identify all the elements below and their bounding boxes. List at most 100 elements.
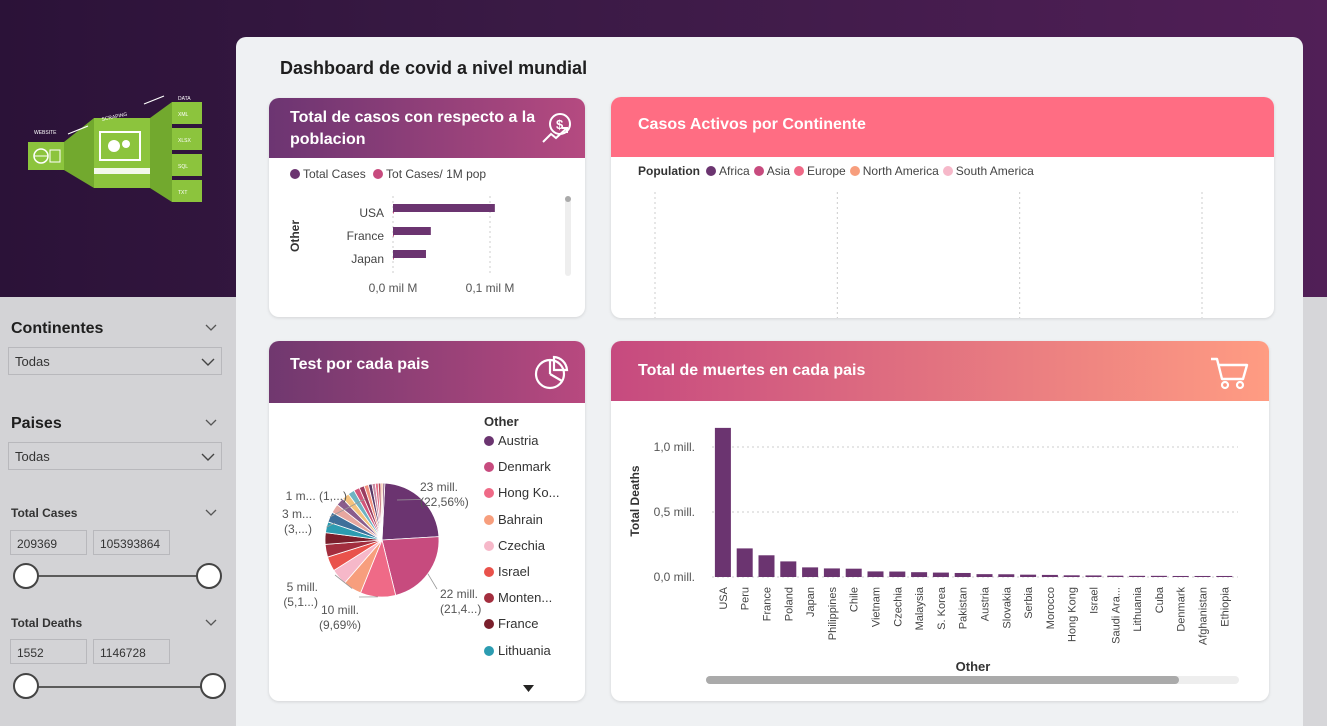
legend-item[interactable]: Asia — [753, 164, 790, 178]
bar-ethiopia — [1216, 575, 1233, 577]
legend-scroll-down-icon[interactable] — [523, 685, 534, 692]
bar-saudi-ara--- — [1107, 575, 1124, 577]
continents-slicer-title: Continentes — [11, 320, 104, 337]
bar-s--korea — [932, 572, 949, 577]
scrollbar-thumb — [565, 196, 571, 202]
legend-label: Bahrain — [498, 511, 543, 527]
cases-population-title-line1: Total de casos con respecto a la — [290, 109, 536, 126]
bar-hong-kong — [1063, 575, 1080, 577]
legend-item[interactable]: Lithuania — [484, 643, 559, 669]
bar-serbia — [1020, 574, 1037, 577]
x-tick-label: Chile — [849, 587, 861, 612]
legend-dot — [484, 593, 494, 604]
legend-label: Africa — [719, 164, 750, 178]
chevron-down-icon[interactable] — [205, 321, 217, 333]
bar-france — [758, 555, 775, 577]
legend-title: Other — [484, 414, 519, 429]
tests-pie-legend: Other Austria Denmark Hong Ko... Bahrain Czec… — [484, 414, 559, 669]
legend-label: France — [498, 616, 539, 632]
bar-austria — [976, 574, 993, 577]
scrollbar-track — [565, 196, 571, 276]
x-tick-label: Hong Kong — [1067, 587, 1079, 642]
x-tick-label: Czechia — [892, 586, 904, 627]
total-cases-max-value: 105393864 — [100, 537, 161, 551]
chevron-down-icon[interactable] — [205, 506, 217, 518]
legend-label: South America — [955, 164, 1034, 178]
cases-population-chart: USA France Japan 0,0 mil M 0,1 mil M Other — [288, 196, 571, 295]
x-tick-label: Japan — [805, 587, 817, 617]
cases-population-legend: Total Cases Tot Cases/ 1M pop — [290, 167, 490, 181]
x-tick-label: Vietnam — [871, 587, 883, 627]
x-tick-label: Lithuania — [1132, 586, 1144, 632]
continents-dropdown[interactable]: Todas — [8, 347, 222, 375]
y-tick-label: 1,0 mill. — [654, 440, 695, 454]
legend-item[interactable]: Africa — [706, 164, 750, 178]
total-cases-max-input[interactable]: 105393864 — [93, 530, 170, 555]
legend-item-total-cases[interactable]: Total Cases — [290, 167, 366, 181]
legend-item[interactable]: Europe — [794, 164, 846, 178]
logo-label-data: DATA — [178, 96, 191, 102]
bar-japan — [802, 567, 819, 577]
total-cases-slider-track[interactable] — [26, 575, 210, 577]
bar-philippines — [823, 568, 840, 577]
x-tick-label: 0,0 mil M — [369, 281, 418, 295]
legend-item[interactable]: Hong Ko... — [484, 485, 559, 511]
total-deaths-max-input[interactable]: 1146728 — [93, 639, 170, 664]
legend-item[interactable]: Monten... — [484, 590, 559, 616]
total-deaths-min-input[interactable]: 1552 — [10, 639, 87, 664]
page-title: Dashboard de covid a nivel mundial — [280, 58, 588, 78]
total-cases-max-handle[interactable] — [196, 563, 222, 589]
pie-data-percent: (22,56%) — [420, 495, 469, 509]
pie-leader-line — [427, 573, 438, 590]
category-label: USA — [359, 206, 384, 220]
legend-dot — [484, 488, 494, 499]
deaths-card-header: Total de muertes en cada pais — [611, 341, 1269, 401]
bar-chile — [845, 568, 862, 577]
legend-item[interactable]: Austria — [484, 433, 559, 459]
bar-cuba — [1150, 575, 1167, 577]
legend-item[interactable]: Bahrain — [484, 512, 559, 538]
cases-population-title-line2: poblacion — [290, 131, 366, 148]
legend-item[interactable]: France — [484, 616, 559, 642]
total-cases-min-handle[interactable] — [13, 563, 39, 589]
dollar-growth-icon: $ — [542, 113, 571, 143]
active-cases-chart: 0 mill.5 mill.10 mill.15 mill.Active Cas… — [654, 192, 1203, 318]
legend-item[interactable]: South America — [942, 164, 1034, 178]
bar-slovakia — [998, 574, 1015, 577]
x-tick-label: Slovakia — [1001, 586, 1013, 628]
legend-item[interactable]: Denmark — [484, 459, 559, 485]
legend-label: Lithuania — [498, 642, 551, 658]
legend-item[interactable]: Czechia — [484, 538, 559, 564]
chevron-down-icon[interactable] — [205, 616, 217, 628]
total-deaths-min-handle[interactable] — [13, 673, 39, 699]
x-tick-label: USA — [718, 586, 730, 609]
deaths-card: Total de muertes en cada pais 0,0 mill. 0… — [611, 341, 1269, 701]
bar-afghanistan — [1194, 575, 1211, 577]
legend-item[interactable]: North America — [849, 164, 939, 178]
total-deaths-slider-track[interactable] — [26, 686, 212, 688]
horizontal-scrollbar-thumb[interactable] — [706, 676, 1179, 684]
x-tick-label: S. Korea — [936, 586, 948, 630]
logo-label-txt: TXT — [178, 190, 187, 196]
total-deaths-max-handle[interactable] — [200, 673, 226, 699]
legend-item-tot-cases-1m[interactable]: Tot Cases/ 1M pop — [373, 167, 486, 181]
cases-population-card: Total de casos con respecto a la poblaci… — [269, 98, 585, 317]
chevron-down-icon[interactable] — [205, 416, 217, 428]
legend-title: Population — [638, 164, 700, 178]
category-label: France — [347, 229, 385, 243]
active-cases-card: Casos Activos por Continente Population A… — [611, 97, 1274, 318]
bar-total-cases — [393, 204, 495, 212]
countries-dropdown[interactable]: Todas — [8, 442, 222, 470]
y-tick-label: 0,0 mill. — [654, 570, 695, 584]
shopping-cart-icon — [1211, 357, 1249, 390]
x-tick-label: Malaysia — [914, 586, 926, 630]
legend-dot — [484, 566, 494, 577]
bar-morocco — [1041, 574, 1058, 577]
total-cases-min-input[interactable]: 209369 — [10, 530, 87, 555]
legend-label: Austria — [498, 433, 539, 448]
bar-usa — [714, 427, 731, 577]
legend-label: Tot Cases/ 1M pop — [386, 167, 487, 181]
bar-total-cases — [393, 227, 431, 235]
legend-item[interactable]: Israel — [484, 564, 559, 590]
x-tick-label: Philippines — [827, 587, 839, 641]
